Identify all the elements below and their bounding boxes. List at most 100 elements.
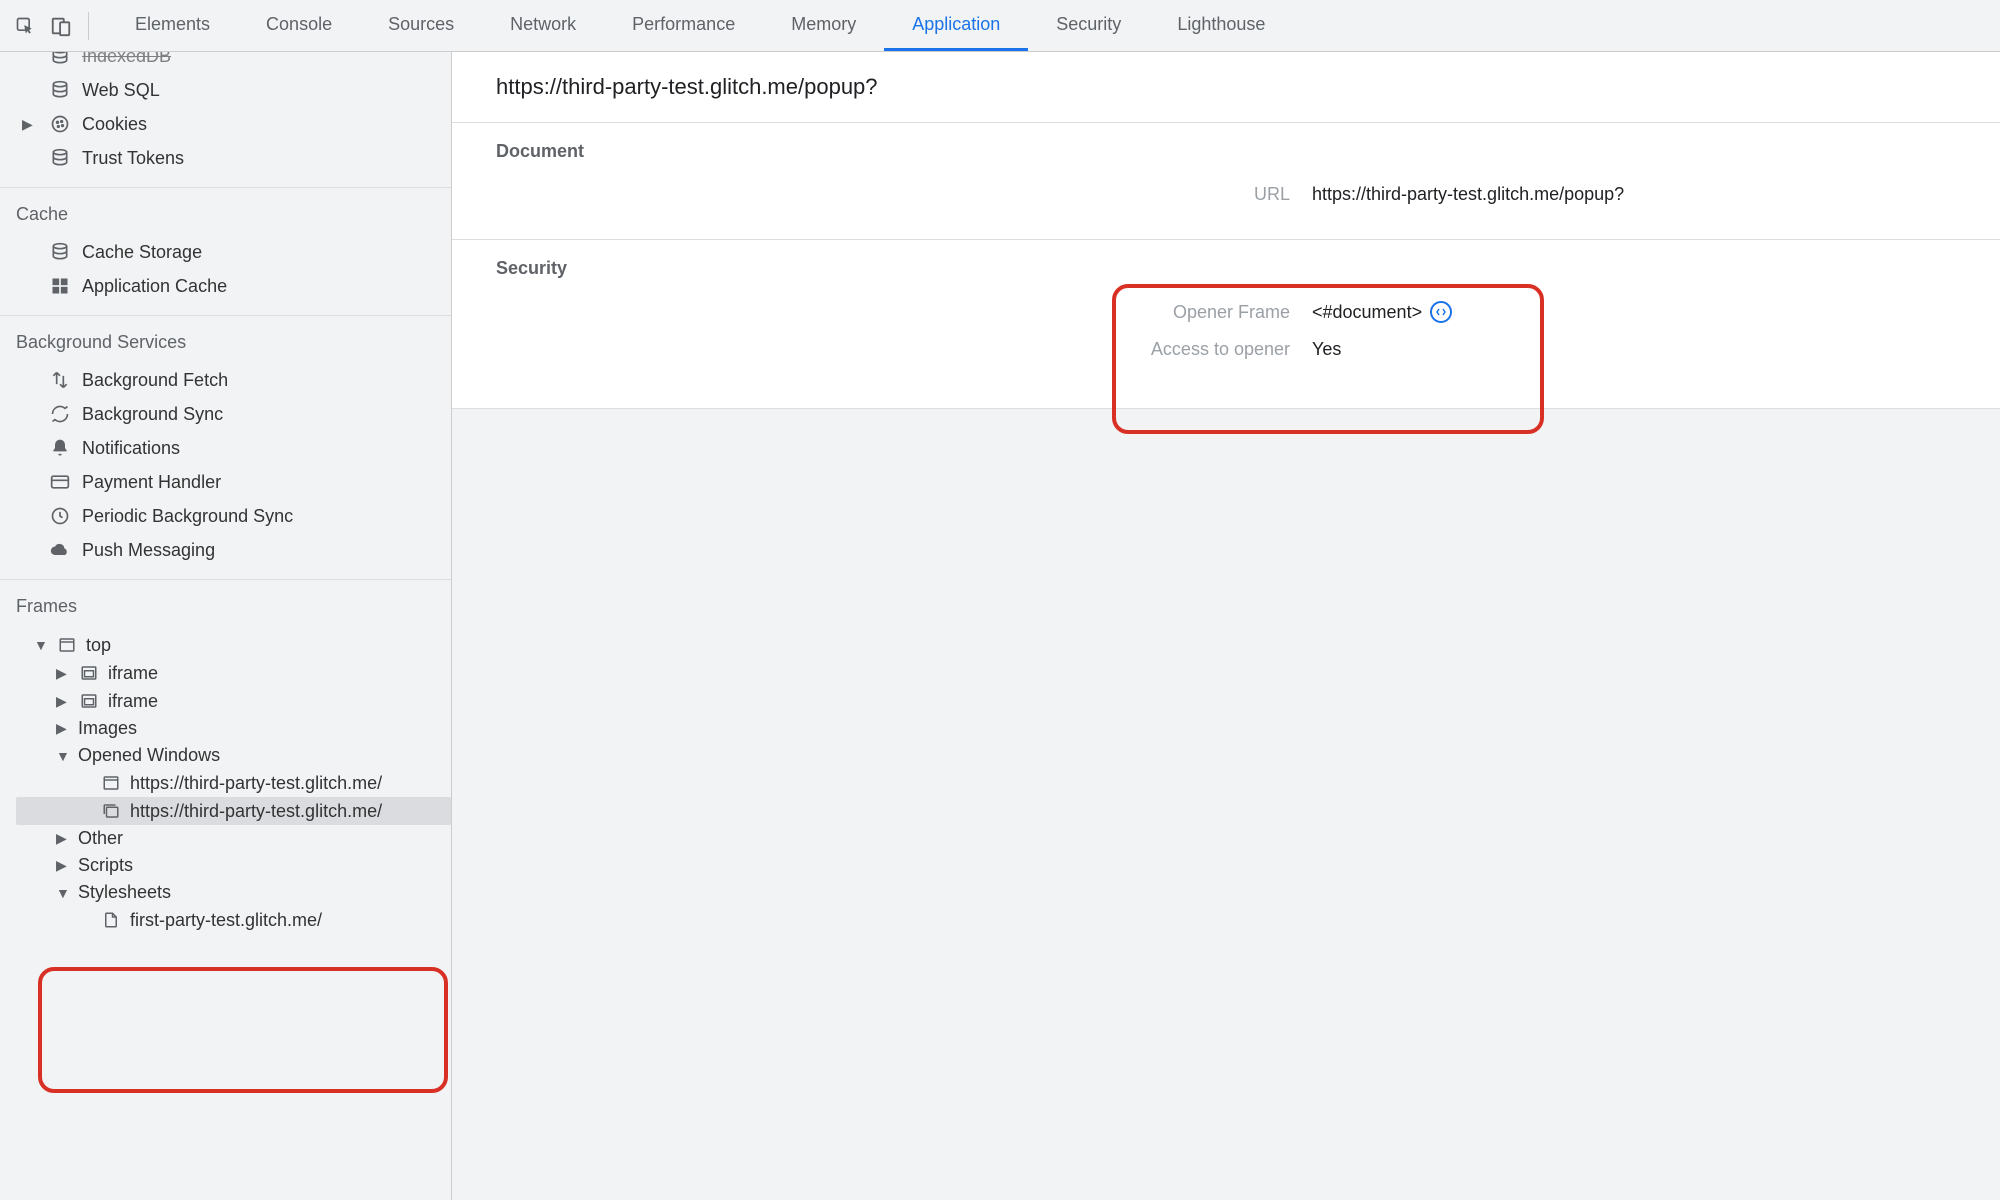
- section-title-document: Document: [452, 141, 2000, 176]
- chevron-down-icon: ▼: [56, 885, 70, 901]
- content-pane: https://third-party-test.glitch.me/popup…: [452, 52, 2000, 1200]
- tab-memory[interactable]: Memory: [763, 0, 884, 51]
- opened-window-item-selected[interactable]: https://third-party-test.glitch.me/: [16, 797, 451, 825]
- chevron-down-icon: ▼: [34, 637, 48, 653]
- sidebar-item-app-cache[interactable]: Application Cache: [0, 269, 451, 303]
- chevron-down-icon: ▼: [56, 748, 70, 764]
- sidebar-item-push[interactable]: Push Messaging: [0, 533, 451, 567]
- frames-opened-windows[interactable]: ▼ Opened Windows: [16, 742, 451, 769]
- frames-other[interactable]: ▶ Other: [16, 825, 451, 852]
- iframe-icon: [78, 690, 100, 712]
- sidebar-section-bg: Background Services: [0, 315, 451, 363]
- tree-label: https://third-party-test.glitch.me/: [130, 801, 382, 822]
- sidebar-item-label: Cache Storage: [82, 242, 202, 263]
- row-access-opener: Access to opener Yes: [452, 331, 2000, 368]
- tree-label: Stylesheets: [78, 882, 171, 903]
- frame-top[interactable]: ▼ top: [16, 631, 451, 659]
- val-url: https://third-party-test.glitch.me/popup…: [1312, 184, 1624, 205]
- frames-images[interactable]: ▶ Images: [16, 715, 451, 742]
- chevron-right-icon: ▶: [56, 857, 70, 874]
- tree-label: Other: [78, 828, 123, 849]
- chevron-right-icon: ▶: [56, 665, 70, 682]
- window-icon: [100, 772, 122, 794]
- sidebar-item-notifications[interactable]: Notifications: [0, 431, 451, 465]
- frame-iframe[interactable]: ▶ iframe: [16, 687, 451, 715]
- sidebar-item-bg-fetch[interactable]: Background Fetch: [0, 363, 451, 397]
- key-access-opener: Access to opener: [452, 339, 1312, 360]
- sidebar-item-trust-tokens[interactable]: Trust Tokens: [0, 141, 451, 175]
- tab-elements[interactable]: Elements: [107, 0, 238, 51]
- val-opener-frame: <#document>: [1312, 301, 1452, 323]
- chevron-right-icon: ▶: [56, 693, 70, 710]
- tab-sources[interactable]: Sources: [360, 0, 482, 51]
- tree-label: iframe: [108, 663, 158, 684]
- arrows-up-down-icon: [48, 368, 72, 392]
- sidebar-item-label: Cookies: [82, 114, 147, 135]
- application-sidebar: IndexedDB Web SQL ▶ Cookies Trust Tokens…: [0, 52, 452, 1200]
- sidebar-section-frames: Frames: [0, 579, 451, 627]
- sidebar-item-label: Push Messaging: [82, 540, 215, 561]
- tree-label: iframe: [108, 691, 158, 712]
- tree-label: https://third-party-test.glitch.me/: [130, 773, 382, 794]
- database-icon: [48, 78, 72, 102]
- frame-iframe[interactable]: ▶ iframe: [16, 659, 451, 687]
- frames-scripts[interactable]: ▶ Scripts: [16, 852, 451, 879]
- chevron-right-icon: ▶: [56, 830, 70, 847]
- device-toggle-icon[interactable]: [46, 11, 76, 41]
- tab-console[interactable]: Console: [238, 0, 360, 51]
- tab-lighthouse[interactable]: Lighthouse: [1149, 0, 1293, 51]
- opener-frame-link[interactable]: <#document>: [1312, 302, 1422, 323]
- tree-label: Scripts: [78, 855, 133, 876]
- sidebar-item-cookies[interactable]: ▶ Cookies: [0, 107, 451, 141]
- sidebar-item-indexeddb[interactable]: IndexedDB: [0, 52, 451, 73]
- opened-window-item[interactable]: https://third-party-test.glitch.me/: [16, 769, 451, 797]
- key-opener-frame: Opener Frame: [452, 302, 1312, 323]
- credit-card-icon: [48, 470, 72, 494]
- inspect-element-icon[interactable]: [10, 11, 40, 41]
- row-url: URL https://third-party-test.glitch.me/p…: [452, 176, 2000, 213]
- highlight-annotation: [38, 967, 448, 1093]
- bell-icon: [48, 436, 72, 460]
- sidebar-item-label: Notifications: [82, 438, 180, 459]
- tabs-container: Elements Console Sources Network Perform…: [107, 0, 1293, 51]
- database-icon: [48, 240, 72, 264]
- frames-stylesheets[interactable]: ▼ Stylesheets: [16, 879, 451, 906]
- sidebar-item-label: Application Cache: [82, 276, 227, 297]
- tab-application[interactable]: Application: [884, 0, 1028, 51]
- sidebar-item-label: IndexedDB: [82, 52, 171, 67]
- sidebar-item-label: Background Sync: [82, 404, 223, 425]
- stylesheet-item[interactable]: first-party-test.glitch.me/: [16, 906, 451, 934]
- document-section: Document URL https://third-party-test.gl…: [452, 123, 2000, 240]
- sidebar-section-cache: Cache: [0, 187, 451, 235]
- sync-icon: [48, 402, 72, 426]
- sidebar-item-label: Web SQL: [82, 80, 160, 101]
- tab-security[interactable]: Security: [1028, 0, 1149, 51]
- iframe-icon: [78, 662, 100, 684]
- content-title: https://third-party-test.glitch.me/popup…: [452, 52, 2000, 123]
- tab-performance[interactable]: Performance: [604, 0, 763, 51]
- sidebar-item-cache-storage[interactable]: Cache Storage: [0, 235, 451, 269]
- sidebar-item-bg-sync[interactable]: Background Sync: [0, 397, 451, 431]
- key-url: URL: [452, 184, 1312, 205]
- security-section: Security Opener Frame <#document> Access…: [452, 240, 2000, 409]
- chevron-right-icon: ▶: [22, 116, 33, 133]
- chevron-right-icon: ▶: [56, 720, 70, 737]
- sidebar-item-websql[interactable]: Web SQL: [0, 73, 451, 107]
- frames-tree: ▼ top ▶ iframe ▶ iframe ▶ Images ▼ Opene…: [0, 627, 451, 954]
- val-access-opener: Yes: [1312, 339, 1341, 360]
- tree-label: top: [86, 635, 111, 656]
- main-layout: IndexedDB Web SQL ▶ Cookies Trust Tokens…: [0, 52, 2000, 1200]
- row-opener-frame: Opener Frame <#document>: [452, 293, 2000, 331]
- tree-label: Images: [78, 718, 137, 739]
- window-icon: [56, 634, 78, 656]
- database-icon: [48, 146, 72, 170]
- tab-network[interactable]: Network: [482, 0, 604, 51]
- sidebar-item-payment[interactable]: Payment Handler: [0, 465, 451, 499]
- clock-icon: [48, 504, 72, 528]
- reveal-element-icon[interactable]: [1430, 301, 1452, 323]
- sidebar-item-periodic-sync[interactable]: Periodic Background Sync: [0, 499, 451, 533]
- grid-icon: [48, 274, 72, 298]
- sidebar-item-label: Periodic Background Sync: [82, 506, 293, 527]
- windows-stack-icon: [100, 800, 122, 822]
- tree-label: Opened Windows: [78, 745, 220, 766]
